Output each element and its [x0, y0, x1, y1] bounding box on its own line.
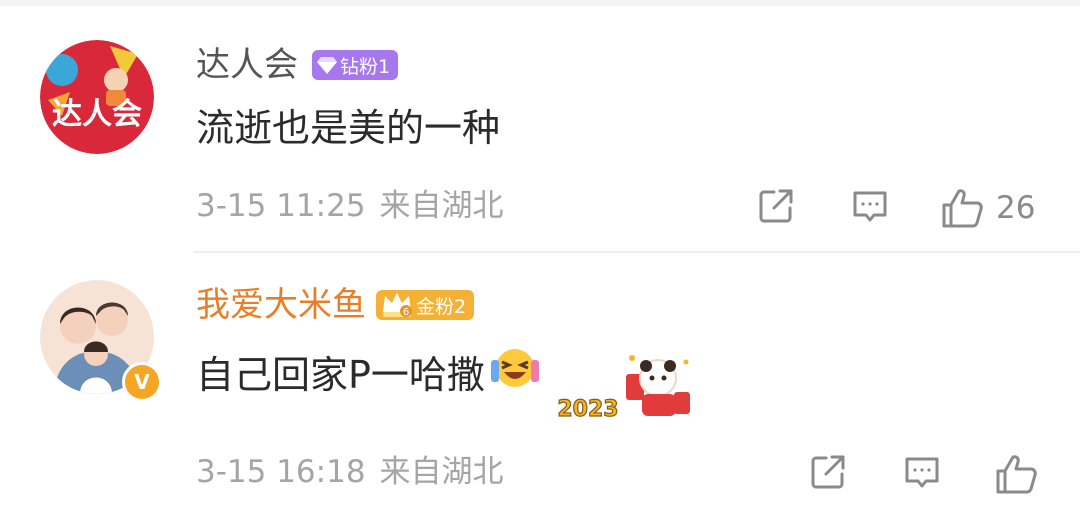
share-icon: [759, 189, 793, 223]
like-icon: [942, 189, 983, 228]
username[interactable]: 达人会: [196, 42, 298, 88]
comment-item: V 我爱大米鱼 6 金粉2 自己回家P一哈撒 2023 3-15 16:18 来…: [0, 252, 1080, 522]
like-button[interactable]: [994, 452, 1038, 496]
share-button[interactable]: [756, 186, 796, 226]
comment-meta: 3-15 11:25 来自湖北: [196, 186, 504, 226]
location: 来自湖北: [379, 188, 504, 224]
reply-button[interactable]: [902, 452, 942, 492]
timestamp: 3-15 11:25: [196, 188, 366, 224]
like-button[interactable]: 26: [940, 186, 1035, 230]
like-count: 26: [996, 190, 1036, 226]
share-button[interactable]: [808, 452, 848, 492]
comment-text: 自己回家P一哈撒: [196, 352, 485, 397]
verified-badge: V: [122, 362, 162, 402]
name-row: 我爱大米鱼 6 金粉2: [196, 282, 475, 328]
sticker-year: 2023: [557, 397, 618, 422]
comment-text: 流逝也是美的一种: [196, 106, 501, 150]
fan-badge[interactable]: 6 金粉2: [376, 290, 475, 320]
location: 来自湖北: [379, 454, 504, 490]
share-icon: [811, 455, 845, 489]
diamond-icon: [317, 57, 337, 74]
comment-item: 达人会 达人会 钻粉1 流逝也是美的一种 3-15 11:25 来自湖北 26: [0, 6, 1080, 253]
reply-button[interactable]: [850, 186, 890, 226]
fan-badge[interactable]: 钻粉1: [312, 50, 399, 80]
timestamp: 3-15 16:18: [196, 454, 366, 490]
badge-level: 6: [403, 307, 409, 318]
badge-label: 金粉2: [416, 295, 467, 318]
crown-icon: 6: [383, 293, 412, 318]
new-year-sticker: 2023: [540, 344, 700, 430]
verified-label: V: [134, 370, 150, 394]
avatar-logo-text: 达人会: [52, 97, 142, 132]
like-icon: [996, 455, 1037, 494]
badge-label: 钻粉1: [340, 55, 391, 78]
avatar[interactable]: 达人会: [40, 40, 154, 154]
reply-icon: [853, 191, 887, 222]
name-row: 达人会 钻粉1: [196, 42, 399, 88]
reply-icon: [905, 457, 939, 488]
comment-text-row: 自己回家P一哈撒: [196, 344, 541, 405]
laughing-emoji-icon: [489, 344, 541, 405]
comment-meta: 3-15 16:18 来自湖北: [196, 452, 504, 492]
username[interactable]: 我爱大米鱼: [196, 282, 366, 328]
